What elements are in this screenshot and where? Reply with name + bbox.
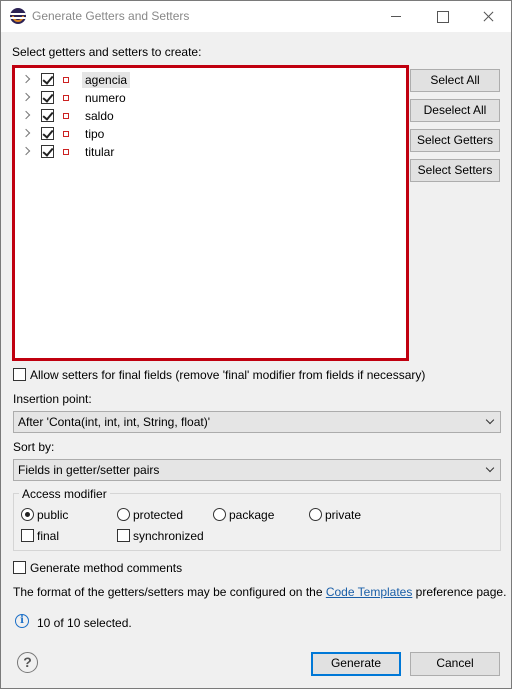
access-modifier-group: [13, 493, 501, 551]
radio-protected[interactable]: [117, 508, 130, 521]
radio-protected-label: protected: [133, 508, 184, 522]
chevron-right-icon[interactable]: [21, 146, 31, 156]
generate-comments-checkbox[interactable]: [13, 561, 26, 574]
chevron-down-icon: [485, 463, 495, 473]
tree-item-label: titular: [85, 145, 115, 159]
chevron-right-icon[interactable]: [21, 74, 31, 84]
insertion-point-select[interactable]: After 'Conta(int, int, int, String, floa…: [13, 411, 501, 433]
tree-label: Select getters and setters to create:: [12, 45, 202, 59]
field-icon: [63, 131, 69, 137]
format-note-prefix: The format of the getters/setters may be…: [13, 585, 326, 599]
cancel-button[interactable]: Cancel: [410, 652, 500, 676]
tree-item[interactable]: agencia: [15, 71, 406, 89]
insertion-point-value: After 'Conta(int, int, int, String, floa…: [18, 415, 210, 429]
window-title: Generate Getters and Setters: [32, 9, 190, 23]
help-icon[interactable]: ?: [17, 652, 38, 673]
select-getters-button[interactable]: Select Getters: [410, 129, 500, 152]
chevron-right-icon[interactable]: [21, 128, 31, 138]
tree-item[interactable]: saldo: [15, 107, 406, 125]
radio-public[interactable]: [21, 508, 34, 521]
radio-private-label: private: [325, 508, 362, 522]
close-icon[interactable]: [465, 1, 511, 32]
tree-item-label: agencia: [82, 72, 131, 88]
select-setters-button[interactable]: Select Setters: [410, 159, 500, 182]
allow-final-checkbox[interactable]: [13, 368, 26, 381]
format-note-suffix: preference page.: [412, 585, 507, 599]
final-checkbox[interactable]: [21, 529, 34, 542]
radio-private[interactable]: [309, 508, 322, 521]
radio-package-label: package: [229, 508, 275, 522]
insertion-point-label: Insertion point:: [13, 392, 92, 406]
minimize-icon[interactable]: [373, 1, 419, 32]
allow-final-label: Allow setters for final fields (remove '…: [30, 368, 426, 382]
select-all-button[interactable]: Select All: [410, 69, 500, 92]
dialog-window: Generate Getters and Setters Select gett…: [0, 0, 512, 689]
field-checkbox[interactable]: [41, 91, 54, 104]
deselect-all-button[interactable]: Deselect All: [410, 99, 500, 122]
field-icon: [63, 95, 69, 101]
tree-item[interactable]: tipo: [15, 125, 406, 143]
radio-public-label: public: [37, 508, 69, 522]
chevron-right-icon[interactable]: [21, 92, 31, 102]
info-icon: i: [15, 614, 29, 628]
chevron-right-icon[interactable]: [21, 110, 31, 120]
format-note: The format of the getters/setters may be…: [13, 585, 506, 599]
sort-by-value: Fields in getter/setter pairs: [18, 463, 160, 477]
eclipse-icon: [10, 8, 26, 24]
tree-item-label: numero: [85, 91, 126, 105]
tree-item[interactable]: numero: [15, 89, 406, 107]
field-icon: [63, 149, 69, 155]
access-modifier-title: Access modifier: [19, 487, 110, 501]
final-label: final: [37, 529, 60, 543]
sort-by-label: Sort by:: [13, 440, 55, 454]
tree-item-label: tipo: [85, 127, 105, 141]
generate-comments-label: Generate method comments: [30, 561, 183, 575]
synchronized-checkbox[interactable]: [117, 529, 130, 542]
sort-by-select[interactable]: Fields in getter/setter pairs: [13, 459, 501, 481]
field-checkbox[interactable]: [41, 127, 54, 140]
radio-package[interactable]: [213, 508, 226, 521]
field-checkbox[interactable]: [41, 109, 54, 122]
chevron-down-icon: [485, 415, 495, 425]
tree-item-label: saldo: [85, 109, 114, 123]
field-checkbox[interactable]: [41, 145, 54, 158]
title-bar: Generate Getters and Setters: [1, 1, 511, 32]
field-checkbox[interactable]: [41, 73, 54, 86]
field-icon: [63, 113, 69, 119]
tree-item[interactable]: titular: [15, 143, 406, 161]
synchronized-label: synchronized: [133, 529, 204, 543]
fields-tree[interactable]: agencia numero saldo tipo titular: [12, 65, 409, 361]
selection-status: 10 of 10 selected.: [37, 616, 132, 630]
field-icon: [63, 77, 69, 83]
maximize-icon[interactable]: [419, 1, 465, 32]
code-templates-link[interactable]: Code Templates: [326, 585, 413, 599]
generate-button[interactable]: Generate: [311, 652, 401, 676]
